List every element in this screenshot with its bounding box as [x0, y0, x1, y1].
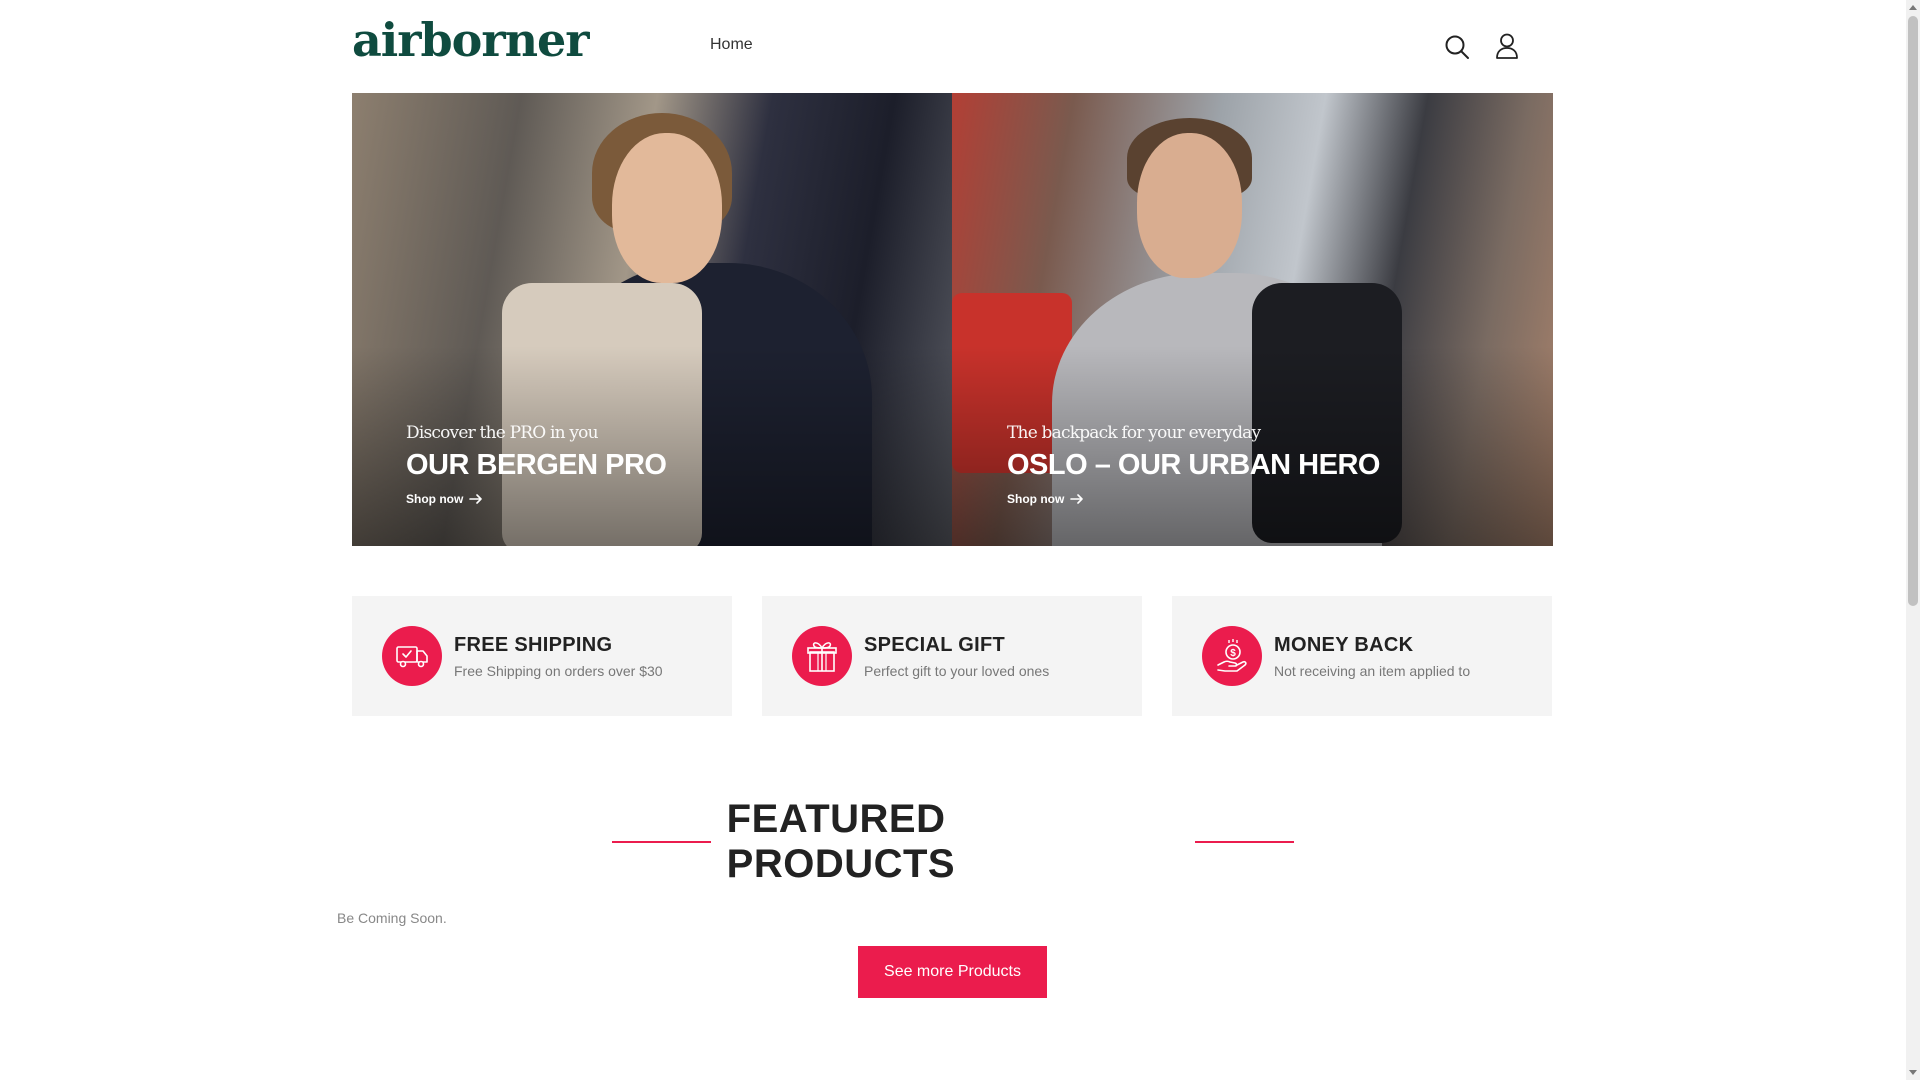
title-divider-left — [612, 841, 711, 843]
title-divider-right — [1195, 841, 1294, 843]
see-more-products-button[interactable]: See more Products — [858, 946, 1047, 998]
feature-title: SPECIAL GIFT — [864, 633, 1006, 656]
arrow-right-icon — [469, 494, 483, 504]
scroll-up-arrow-icon[interactable] — [1906, 0, 1920, 14]
coming-soon-text: Be Coming Soon. — [337, 910, 447, 926]
feature-body: FREE SHIPPING Free Shipping on orders ov… — [454, 634, 663, 679]
feature-title: MONEY BACK — [1274, 633, 1414, 656]
feature-icon-wrap — [382, 626, 442, 686]
feature-body: SPECIAL GIFT Perfect gift to your loved … — [864, 634, 1049, 679]
banner-kicker: The backpack for your everyday — [1007, 423, 1261, 443]
scroll-down-arrow-icon[interactable] — [1906, 1066, 1920, 1080]
truck-icon — [396, 646, 428, 668]
banner-kicker: Discover the PRO in you — [406, 423, 599, 443]
scrollbar-thumb[interactable] — [1908, 16, 1918, 606]
account-button[interactable] — [1492, 31, 1522, 61]
banner-bergen-pro[interactable]: Discover the PRO in you OUR BERGEN PRO S… — [352, 93, 952, 546]
feature-free-shipping: FREE SHIPPING Free Shipping on orders ov… — [352, 596, 732, 716]
money-hand-icon: $ — [1217, 639, 1247, 672]
banner-headline: OSLO – OUR URBAN HERO — [1007, 449, 1380, 481]
gift-icon — [807, 642, 837, 672]
nav-home-link[interactable]: Home — [710, 36, 753, 54]
shop-now-label: Shop now — [1007, 492, 1065, 506]
arrow-right-icon — [1070, 494, 1084, 504]
logo-text: airborner — [352, 13, 590, 67]
banner-text: Discover the PRO in you OUR BERGEN PRO S… — [406, 423, 667, 508]
feature-body: MONEY BACK Not receiving an item applied… — [1274, 634, 1470, 679]
svg-text:$: $ — [1230, 648, 1236, 659]
banner-photo-face — [612, 133, 722, 283]
user-icon — [1496, 33, 1518, 59]
shop-now-link[interactable]: Shop now — [406, 492, 483, 506]
feature-description: Perfect gift to your loved ones — [864, 662, 1050, 679]
feature-icon-wrap — [792, 626, 852, 686]
shop-now-link[interactable]: Shop now — [1007, 492, 1084, 506]
logo[interactable]: airborner — [352, 16, 590, 64]
featured-products-heading: FEATURED PRODUCTS — [612, 797, 1294, 886]
features-row: FREE SHIPPING Free Shipping on orders ov… — [352, 596, 1553, 716]
feature-description: Free Shipping on orders over $30 — [454, 662, 663, 679]
feature-title: FREE SHIPPING — [454, 633, 613, 656]
feature-description: Not receiving an item applied to — [1274, 662, 1471, 679]
feature-special-gift: SPECIAL GIFT Perfect gift to your loved … — [762, 596, 1142, 716]
search-button[interactable] — [1442, 32, 1472, 62]
search-icon — [1445, 35, 1469, 59]
feature-money-back: $ MONEY BACK Not receiving an item appli… — [1172, 596, 1552, 716]
site-header: airborner Home — [0, 0, 1906, 93]
page-scrollbar[interactable] — [1906, 0, 1920, 1080]
section-title: FEATURED PRODUCTS — [726, 797, 956, 886]
banner-text: The backpack for your everyday OSLO – OU… — [1007, 423, 1380, 508]
banner-headline: OUR BERGEN PRO — [406, 449, 667, 481]
feature-icon-wrap: $ — [1202, 626, 1262, 686]
banner-photo-face — [1137, 133, 1242, 278]
shop-now-label: Shop now — [406, 492, 464, 506]
banner-oslo[interactable]: The backpack for your everyday OSLO – OU… — [952, 93, 1553, 546]
hero-banners: Discover the PRO in you OUR BERGEN PRO S… — [352, 93, 1553, 546]
